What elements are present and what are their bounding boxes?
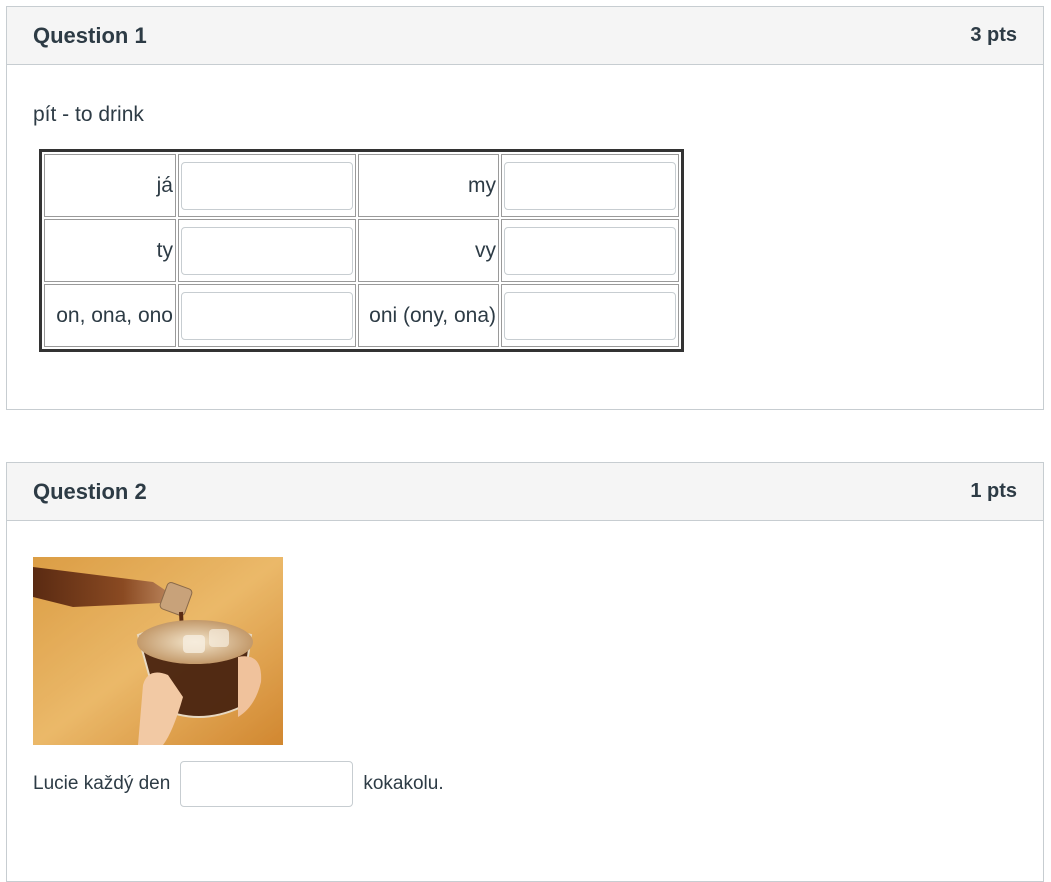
pronoun-cell: on, ona, ono xyxy=(44,284,176,347)
pronoun-cell: já xyxy=(44,154,176,217)
question-1-title: Question 1 xyxy=(33,22,147,48)
question-2-sentence: Lucie každý den kokakolu. xyxy=(33,761,444,807)
cola-pouring-image xyxy=(33,557,283,745)
answer-input-ty[interactable] xyxy=(181,226,353,275)
answer-input-blank[interactable] xyxy=(180,761,354,807)
table-row: ty vy xyxy=(44,219,679,282)
question-1-prompt: pít - to drink xyxy=(33,103,144,126)
question-2-header: Question 2 1 pts xyxy=(7,463,1043,521)
answer-input-on-ona-ono[interactable] xyxy=(181,291,353,340)
pronoun-cell: ty xyxy=(44,219,176,282)
answer-input-ja[interactable] xyxy=(181,161,353,210)
table-row: já my xyxy=(44,154,679,217)
question-1-header: Question 1 3 pts xyxy=(7,7,1043,65)
answer-input-oni[interactable] xyxy=(504,291,676,340)
question-2-title: Question 2 xyxy=(33,478,147,504)
pronoun-cell: vy xyxy=(358,219,499,282)
pronoun-cell: my xyxy=(358,154,499,217)
conjugation-table: já my ty vy on, ona, ono oni (ony, ona) xyxy=(39,149,684,352)
pronoun-cell: oni (ony, ona) xyxy=(358,284,499,347)
table-row: on, ona, ono oni (ony, ona) xyxy=(44,284,679,347)
question-1-card: Question 1 3 pts pít - to drink já my ty… xyxy=(6,6,1044,410)
sentence-start: Lucie každý den xyxy=(33,773,171,794)
question-1-points: 3 pts xyxy=(970,24,1017,46)
answer-input-my[interactable] xyxy=(504,161,676,210)
answer-input-vy[interactable] xyxy=(504,226,676,275)
question-2-points: 1 pts xyxy=(970,480,1017,502)
sentence-end: kokakolu. xyxy=(363,773,444,794)
question-2-card: Question 2 1 pts Lucie každý den kokakol… xyxy=(6,462,1044,882)
